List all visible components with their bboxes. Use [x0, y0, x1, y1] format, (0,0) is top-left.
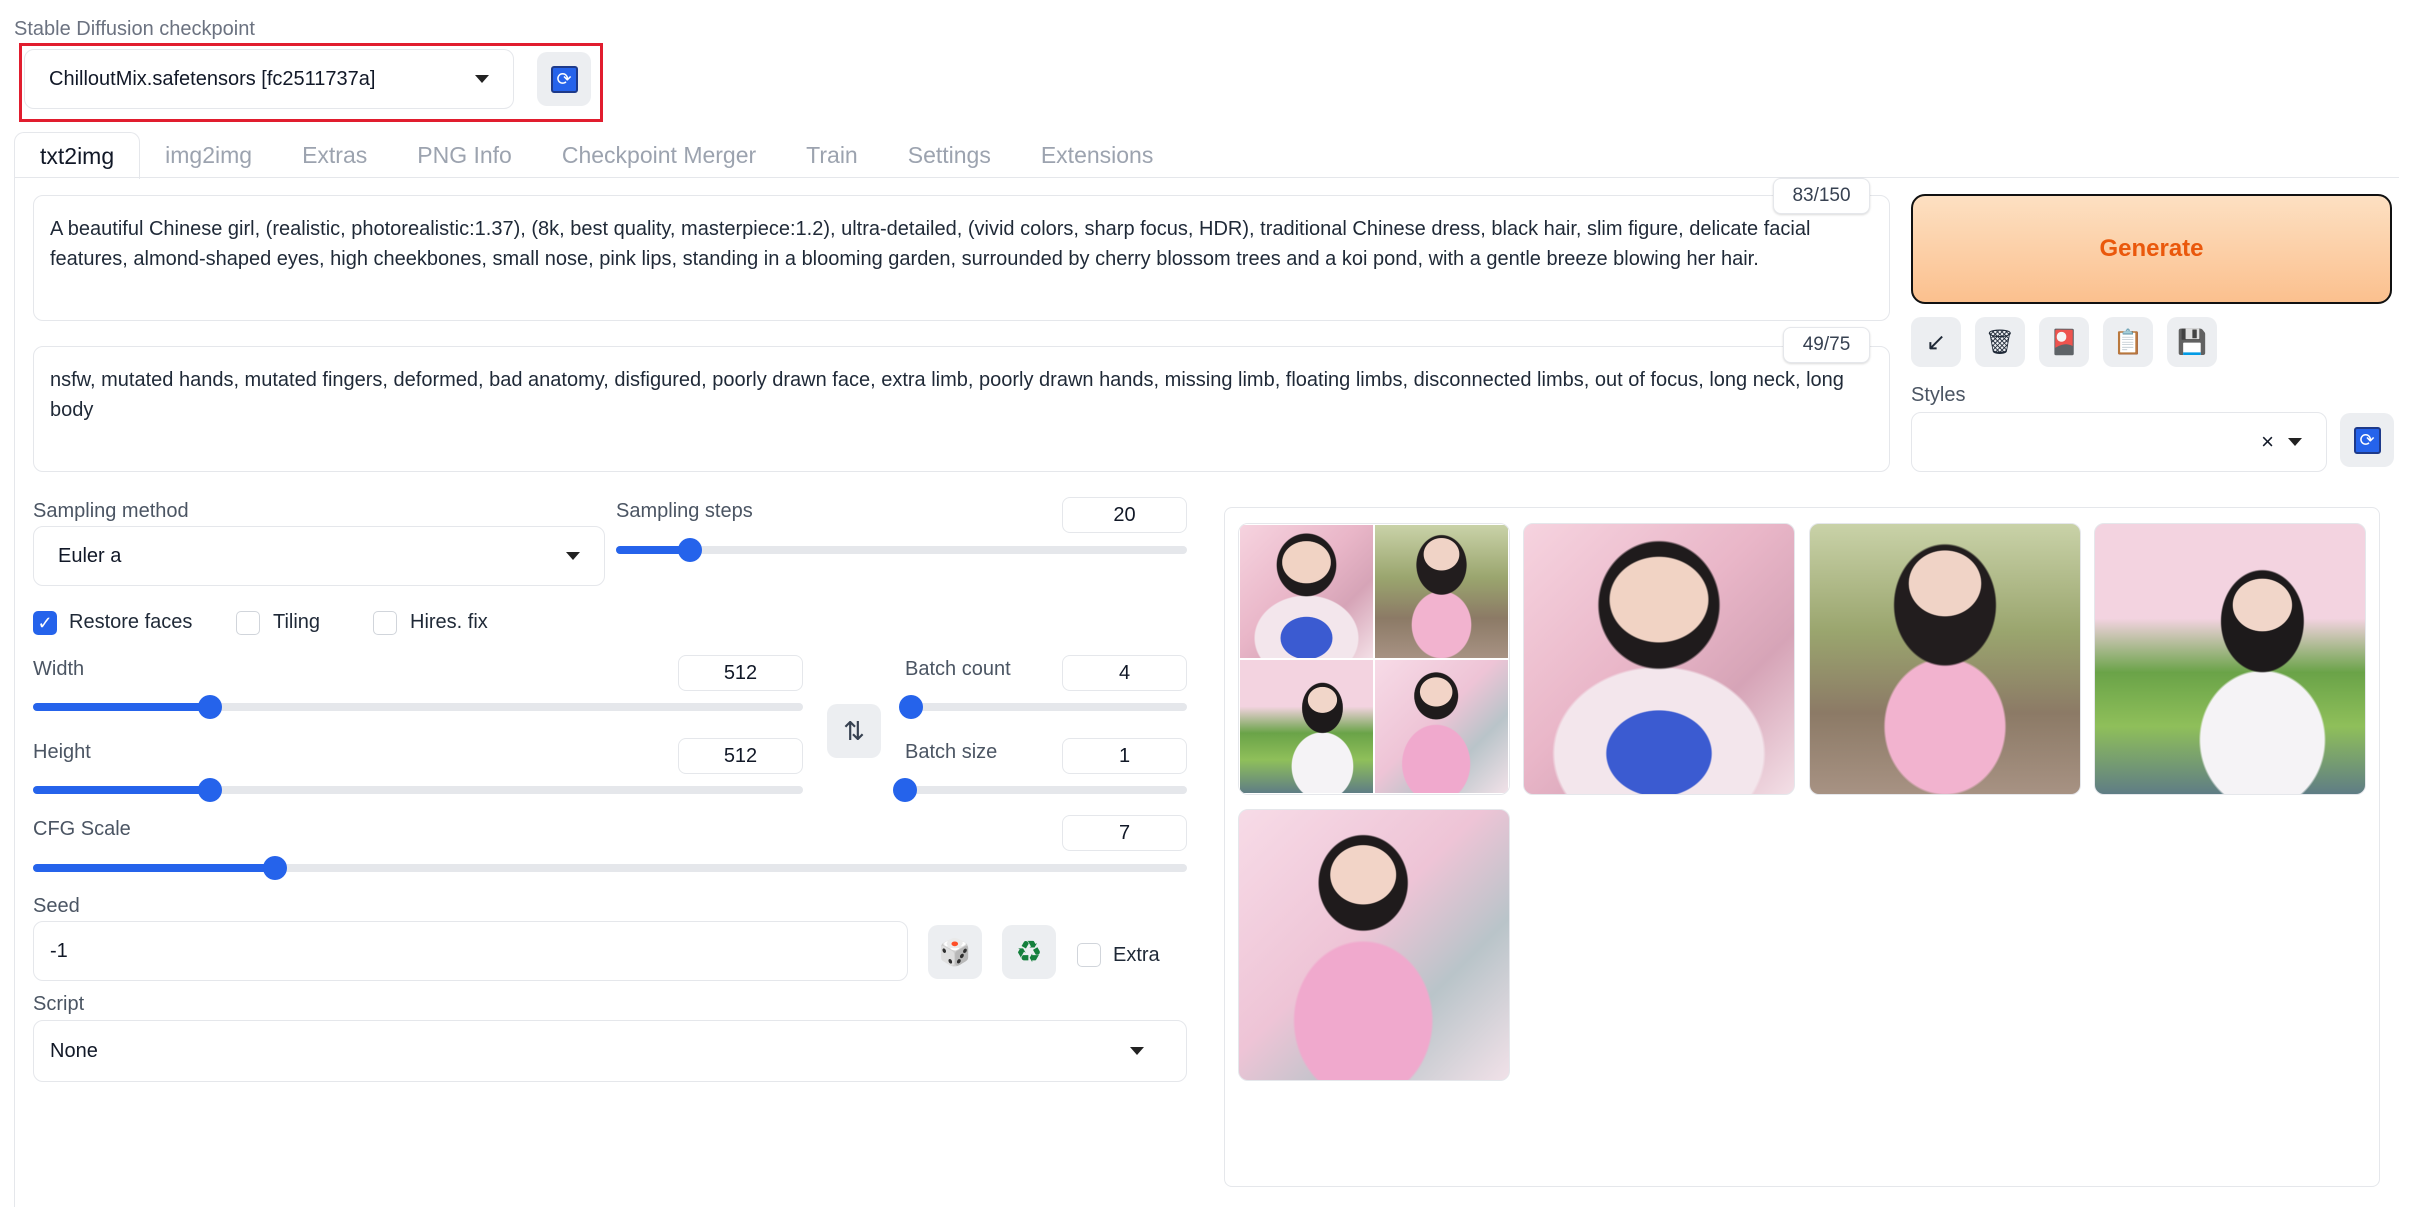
negative-prompt-input[interactable]: nsfw, mutated hands, mutated fingers, de… — [33, 346, 1890, 472]
trash-icon[interactable]: 🗑 — [1975, 317, 2025, 367]
batch-count-label: Batch count — [905, 658, 1011, 680]
tab-settings[interactable]: Settings — [883, 132, 1016, 178]
slider-thumb[interactable] — [263, 856, 288, 880]
extra-seed-label: Extra — [1113, 944, 1160, 966]
width-label: Width — [33, 658, 85, 680]
tab-extras[interactable]: Extras — [277, 132, 392, 178]
slider-thumb[interactable] — [198, 695, 223, 719]
grid-cell-image — [1374, 659, 1509, 794]
grid-cell-image — [1374, 524, 1509, 659]
panel-border — [14, 177, 15, 1207]
height-input[interactable]: 512 — [678, 738, 803, 774]
script-label: Script — [33, 993, 85, 1015]
gallery-grid-image[interactable] — [1238, 523, 1510, 795]
chevron-down-icon — [475, 75, 489, 83]
gallery-image-1[interactable] — [1523, 523, 1795, 795]
tab-bar: txt2img img2img Extras PNG Info Checkpoi… — [14, 132, 1179, 179]
tab-checkpoint-merger[interactable]: Checkpoint Merger — [537, 132, 781, 178]
tab-txt2img[interactable]: txt2img — [14, 132, 141, 179]
checkpoint-select[interactable]: ChilloutMix.safetensors [fc2511737a] — [24, 49, 514, 109]
chevron-down-icon — [566, 552, 580, 560]
red-card-icon[interactable]: 🎴 — [2039, 317, 2089, 367]
hires-fix-checkbox[interactable] — [373, 611, 397, 635]
batch-count-input[interactable]: 4 — [1062, 655, 1187, 691]
seed-input[interactable]: -1 — [33, 921, 908, 981]
styles-label: Styles — [1911, 384, 1966, 406]
checkpoint-value: ChilloutMix.safetensors [fc2511737a] — [49, 67, 376, 90]
random-seed-button[interactable]: 🎲 — [928, 925, 982, 979]
swap-dimensions-button[interactable]: ⇅ — [827, 704, 881, 758]
slider-fill — [33, 703, 211, 711]
width-slider[interactable] — [33, 695, 803, 719]
gallery-image-3[interactable] — [2094, 523, 2366, 795]
chevron-down-icon — [1130, 1047, 1144, 1055]
slider-thumb[interactable] — [198, 778, 223, 802]
reuse-seed-button[interactable]: ♻ — [1002, 925, 1056, 979]
chevron-down-icon — [2288, 438, 2302, 446]
grid-cell-image — [1239, 524, 1374, 659]
clipboard-icon[interactable]: 📋 — [2103, 317, 2153, 367]
generate-button[interactable]: Generate — [1911, 194, 2392, 304]
restore-faces-checkbox[interactable]: ✓ — [33, 611, 57, 635]
refresh-icon: ⟳ — [2353, 426, 2381, 454]
gallery-image-2[interactable] — [1809, 523, 2081, 795]
sampling-steps-slider[interactable] — [616, 538, 1187, 562]
grid-cell-image — [1239, 659, 1374, 794]
batch-size-label: Batch size — [905, 741, 998, 763]
clear-icon[interactable]: × — [2261, 429, 2274, 455]
slider-thumb[interactable] — [678, 538, 703, 562]
slider-thumb[interactable] — [893, 778, 917, 802]
width-input[interactable]: 512 — [678, 655, 803, 691]
dice-icon: 🎲 — [938, 936, 972, 967]
slider-thumb[interactable] — [898, 695, 923, 719]
tab-train[interactable]: Train — [781, 132, 883, 178]
sampling-method-label: Sampling method — [33, 500, 189, 522]
tab-divider — [14, 177, 2399, 178]
slider-fill — [33, 864, 276, 872]
cfg-scale-label: CFG Scale — [33, 818, 131, 840]
tab-extensions[interactable]: Extensions — [1016, 132, 1179, 178]
extra-seed-checkbox[interactable] — [1077, 943, 1101, 967]
checkpoint-refresh-button[interactable]: ⟳ — [537, 52, 591, 106]
refresh-icon: ⟳ — [550, 65, 578, 93]
slider-fill — [33, 786, 211, 794]
gallery-image-4[interactable] — [1238, 809, 1510, 1081]
sampling-steps-input[interactable]: 20 — [1062, 497, 1187, 533]
cfg-scale-slider[interactable] — [33, 856, 1187, 880]
batch-size-slider[interactable] — [893, 778, 1187, 802]
cfg-scale-input[interactable]: 7 — [1062, 815, 1187, 851]
sampling-method-select[interactable]: Euler a — [33, 526, 605, 586]
checkpoint-label: Stable Diffusion checkpoint — [14, 18, 255, 40]
arrow-icon[interactable]: ↙ — [1911, 317, 1961, 367]
tab-img2img[interactable]: img2img — [140, 132, 277, 178]
recycle-icon: ♻ — [1015, 935, 1043, 969]
negative-prompt-token-counter: 49/75 — [1783, 327, 1870, 363]
save-icon[interactable]: 💾 — [2167, 317, 2217, 367]
script-select[interactable]: None — [33, 1020, 1187, 1082]
swap-icon: ⇅ — [843, 715, 865, 746]
hires-fix-label: Hires. fix — [410, 611, 488, 633]
seed-label: Seed — [33, 895, 80, 917]
prompt-token-counter: 83/150 — [1773, 178, 1870, 214]
tab-png-info[interactable]: PNG Info — [392, 132, 537, 178]
height-slider[interactable] — [33, 778, 803, 802]
sampling-method-value: Euler a — [58, 544, 122, 567]
script-value: None — [50, 1039, 98, 1062]
tiling-checkbox[interactable] — [236, 611, 260, 635]
styles-refresh-button[interactable]: ⟳ — [2340, 413, 2394, 467]
sampling-steps-label: Sampling steps — [616, 500, 753, 522]
batch-count-slider[interactable] — [898, 695, 1187, 719]
restore-faces-label: Restore faces — [69, 611, 193, 633]
batch-size-input[interactable]: 1 — [1062, 738, 1187, 774]
tiling-label: Tiling — [273, 611, 321, 633]
prompt-input[interactable]: A beautiful Chinese girl, (realistic, ph… — [33, 195, 1890, 321]
styles-select[interactable]: × — [1911, 412, 2327, 472]
height-label: Height — [33, 741, 91, 763]
